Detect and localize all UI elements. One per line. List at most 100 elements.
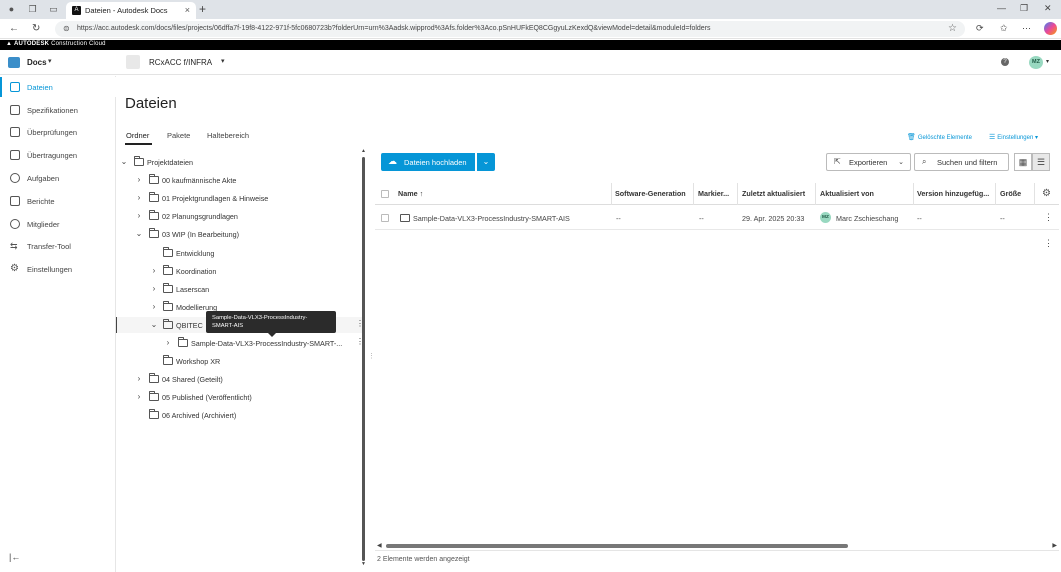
workspaces-icon[interactable]: ❐ xyxy=(27,4,38,15)
nav-item-ueberpruefungen[interactable]: Überprüfungen xyxy=(0,122,116,142)
column-header-updated-by[interactable]: Aktualisiert von xyxy=(820,189,874,198)
column-header-marked[interactable]: Markier... xyxy=(698,189,729,198)
collapse-sidebar-icon[interactable]: |← xyxy=(9,552,20,562)
chevron-down-icon[interactable]: ⌄ xyxy=(120,157,128,166)
tree-scrollbar[interactable]: ▲ ▼ xyxy=(361,148,366,569)
profile-icon[interactable]: ● xyxy=(6,4,17,15)
tree-item[interactable]: 06 Archived (Archiviert) xyxy=(116,407,362,423)
scroll-down-icon[interactable]: ▼ xyxy=(361,561,366,567)
search-filter-button[interactable]: ⌕ Suchen und filtern xyxy=(914,153,1009,171)
chevron-right-icon[interactable]: › xyxy=(135,374,143,383)
column-header-updated[interactable]: Zuletzt aktualisiert xyxy=(742,189,805,198)
scroll-left-icon[interactable]: ◀ xyxy=(377,542,382,549)
nav-item-dateien[interactable]: Dateien xyxy=(0,77,116,97)
minimize-icon[interactable]: — xyxy=(997,3,1006,13)
column-header-software[interactable]: Software-Generation xyxy=(615,189,686,198)
column-separator[interactable] xyxy=(995,183,996,205)
restore-icon[interactable]: ❐ xyxy=(1020,3,1028,14)
column-separator[interactable] xyxy=(815,183,816,205)
column-header-name[interactable]: Name ↑ xyxy=(398,189,423,198)
chevron-right-icon[interactable]: › xyxy=(150,266,158,275)
tree-item[interactable]: › 00 kaufmännische Akte xyxy=(116,172,362,188)
chevron-down-icon[interactable]: ▾ xyxy=(221,57,225,65)
nav-item-transfer-tool[interactable]: ⇆ Transfer-Tool xyxy=(0,236,116,256)
chevron-right-icon[interactable]: › xyxy=(135,175,143,184)
export-button[interactable]: ⇱ Exportieren ⌄ xyxy=(826,153,911,171)
tab-haltebereich[interactable]: Haltebereich xyxy=(207,131,249,140)
row-name[interactable]: Sample-Data-VLX3-ProcessIndustry-SMART-A… xyxy=(413,214,570,223)
column-header-size[interactable]: Größe xyxy=(1000,189,1021,198)
tree-item[interactable]: Entwicklung xyxy=(116,245,362,261)
scrollbar-thumb[interactable] xyxy=(386,544,848,548)
tree-item[interactable]: › Koordination xyxy=(116,263,362,279)
tree-item[interactable]: ⌄ Projektdateien xyxy=(116,154,362,170)
column-separator[interactable] xyxy=(737,183,738,205)
scroll-right-icon[interactable]: ▶ xyxy=(1052,542,1057,549)
column-separator[interactable] xyxy=(611,183,612,205)
chevron-right-icon[interactable]: › xyxy=(150,284,158,293)
nav-item-berichte[interactable]: Berichte xyxy=(0,191,116,211)
upload-options-button[interactable]: ⌄ xyxy=(477,153,495,171)
favorite-star-icon[interactable]: ☆ xyxy=(948,23,957,34)
copilot-icon[interactable] xyxy=(1044,22,1057,35)
more-menu-icon[interactable]: ⋯ xyxy=(1022,23,1031,34)
chevron-right-icon[interactable]: › xyxy=(150,302,158,311)
settings-link[interactable]: ☰ Einstellungen ▾ xyxy=(989,133,1038,141)
panel-resize-handle[interactable]: ⋮ xyxy=(368,352,375,360)
module-name[interactable]: Docs xyxy=(27,58,47,67)
tab-ordner[interactable]: Ordner xyxy=(126,131,149,140)
chevron-down-icon[interactable]: ▾ xyxy=(1046,58,1049,65)
project-thumbnail[interactable] xyxy=(126,55,140,69)
new-tab-icon[interactable]: + xyxy=(199,2,206,16)
project-name[interactable]: RCxACC f/INFRA xyxy=(149,58,212,67)
table-horizontal-scrollbar[interactable]: ◀ ▶ xyxy=(377,542,1057,550)
close-tab-icon[interactable]: × xyxy=(185,5,190,15)
column-separator[interactable] xyxy=(1034,183,1035,205)
column-separator[interactable] xyxy=(693,183,694,205)
url-field[interactable]: ⊜ https://acc.autodesk.com/docs/files/pr… xyxy=(55,21,965,37)
upload-files-button[interactable]: ☁ Dateien hochladen xyxy=(381,153,475,171)
tree-item[interactable]: › 05 Published (Veröffentlicht) xyxy=(116,389,362,405)
deleted-items-link[interactable]: 🗑 Gelöschte Elemente xyxy=(907,133,972,141)
nav-item-einstellungen[interactable]: ⚙ Einstellungen xyxy=(0,259,116,279)
tree-item[interactable]: ⌄ 03 WIP (In Bearbeitung) xyxy=(116,226,362,242)
tree-item[interactable]: › 04 Shared (Geteilt) xyxy=(116,371,362,387)
user-avatar[interactable]: MZ xyxy=(1029,56,1043,69)
chevron-right-icon[interactable]: › xyxy=(135,211,143,220)
column-settings-gear-icon[interactable]: ⚙ xyxy=(1042,188,1051,199)
chevron-down-icon[interactable]: ⌄ xyxy=(135,229,143,238)
tab-pakete[interactable]: Pakete xyxy=(167,131,190,140)
nav-item-uebertragungen[interactable]: Übertragungen xyxy=(0,145,116,165)
table-row[interactable]: Sample-Data-VLX3-ProcessIndustry-SMART-A… xyxy=(375,206,1059,230)
tree-item[interactable]: › Laserscan xyxy=(116,281,362,297)
chevron-right-icon[interactable]: › xyxy=(135,392,143,401)
docs-module-icon[interactable] xyxy=(8,57,20,68)
more-options-icon[interactable]: ⋮ xyxy=(1044,212,1053,223)
grid-view-toggle[interactable]: ▦ xyxy=(1014,153,1032,171)
help-icon[interactable]: ? xyxy=(1001,58,1009,66)
chevron-down-icon[interactable]: ⌄ xyxy=(150,320,158,329)
chevron-right-icon[interactable]: › xyxy=(135,193,143,202)
back-icon[interactable]: ← xyxy=(9,23,19,34)
tree-item[interactable]: › 02 Planungsgrundlagen xyxy=(116,208,362,224)
favorites-icon[interactable]: ✩ xyxy=(1000,23,1008,34)
extensions-icon[interactable]: ⟳ xyxy=(976,23,984,34)
nav-item-spezifikationen[interactable]: Spezifikationen xyxy=(0,100,116,120)
more-options-icon[interactable]: ⋮ xyxy=(1044,238,1053,249)
nav-item-aufgaben[interactable]: Aufgaben xyxy=(0,168,116,188)
chevron-down-icon[interactable]: ▾ xyxy=(48,57,52,65)
nav-item-mitglieder[interactable]: Mitglieder xyxy=(0,214,116,234)
row-checkbox[interactable] xyxy=(381,214,389,222)
close-window-icon[interactable]: ✕ xyxy=(1044,3,1052,14)
select-all-checkbox[interactable] xyxy=(381,190,389,198)
scroll-up-icon[interactable]: ▲ xyxy=(361,148,366,154)
browser-tab[interactable]: A Dateien - Autodesk Docs × xyxy=(66,2,196,19)
column-header-version[interactable]: Version hinzugefüg... xyxy=(917,189,989,198)
column-separator[interactable] xyxy=(913,183,914,205)
scrollbar-thumb[interactable] xyxy=(362,157,365,561)
chevron-right-icon[interactable]: › xyxy=(164,338,172,347)
reload-icon[interactable]: ↻ xyxy=(32,23,40,34)
tab-actions-icon[interactable]: ▭ xyxy=(48,4,59,15)
tree-item[interactable]: › 01 Projektgrundlagen & Hinweise xyxy=(116,190,362,206)
list-view-toggle[interactable]: ☰ xyxy=(1032,153,1050,171)
